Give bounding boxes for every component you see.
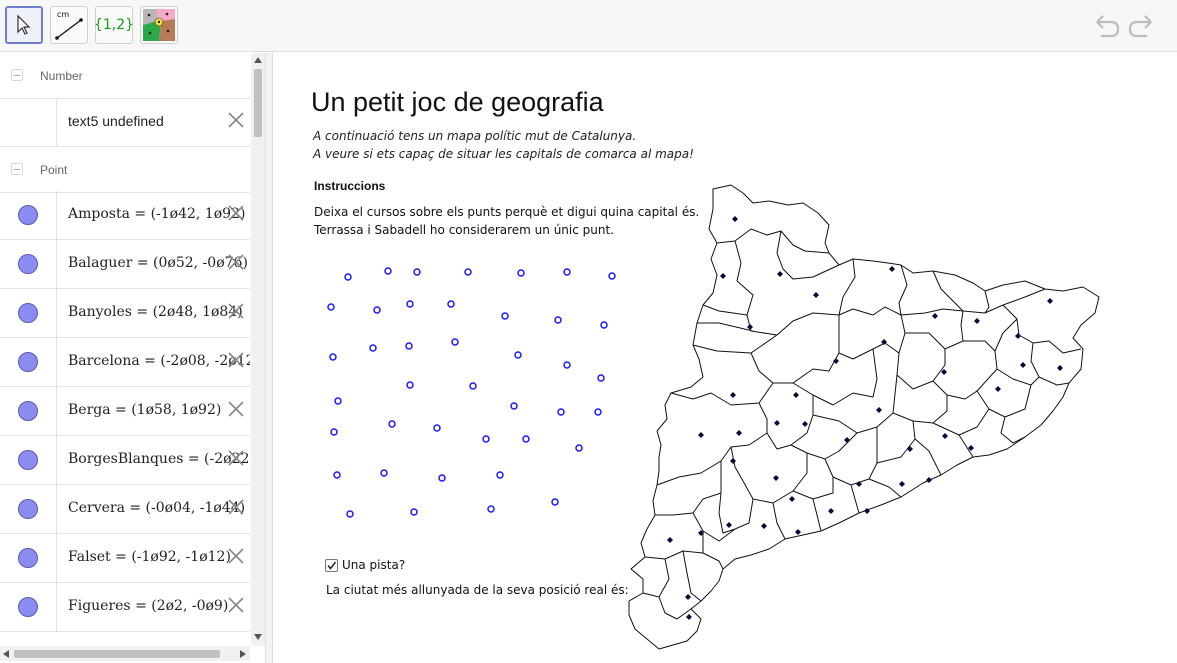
- checkbox[interactable]: [325, 558, 338, 572]
- algebra-expression: Banyoles = (2ø48, 1ø84): [68, 304, 243, 320]
- scrollbar-thumb[interactable]: [254, 69, 262, 137]
- hint-checkbox[interactable]: Una pista?: [325, 558, 405, 572]
- scroll-down-arrow-icon[interactable]: [254, 634, 262, 640]
- marble-cell: [0, 436, 57, 484]
- marble-cell: [0, 583, 57, 631]
- marble-cell: [0, 485, 57, 533]
- hint-label: Una pista?: [342, 558, 406, 572]
- delete-icon[interactable]: [226, 497, 246, 517]
- algebra-row[interactable]: Falset = (-1ø92, -1ø12): [0, 534, 250, 583]
- delete-icon[interactable]: [226, 350, 246, 370]
- visibility-marble-icon[interactable]: [18, 597, 38, 617]
- visibility-marble-icon[interactable]: [18, 450, 38, 470]
- scrollbar-thumb[interactable]: [14, 650, 220, 658]
- algebra-row[interactable]: Balaguer = (0ø52, -0ø76): [0, 240, 250, 289]
- redo-button[interactable]: [1127, 12, 1157, 42]
- scroll-left-arrow-icon[interactable]: [3, 650, 9, 658]
- list-braces-icon: {1,2}: [93, 17, 135, 33]
- marble-cell: [0, 240, 57, 288]
- algebra-horizontal-scrollbar[interactable]: [0, 646, 250, 661]
- algebra-expression: Berga = (1ø58, 1ø92): [68, 402, 222, 418]
- toolbar: cm {1,2}: [0, 0, 1177, 52]
- delete-icon[interactable]: [226, 203, 246, 223]
- graphics-view[interactable]: Un petit joc de geografia A continuació …: [273, 53, 1177, 663]
- move-tool-button[interactable]: [5, 6, 43, 44]
- algebra-row[interactable]: Cervera = (-0ø04, -1ø44): [0, 485, 250, 534]
- marble-cell: [0, 338, 57, 386]
- voronoi-icon: [143, 9, 175, 41]
- svg-text:cm: cm: [57, 10, 69, 19]
- algebra-expression: Cervera = (-0ø04, -1ø44): [68, 500, 246, 516]
- group-title: Point: [40, 163, 68, 177]
- collapse-icon[interactable]: [11, 163, 23, 175]
- marble-cell: [0, 534, 57, 582]
- delete-icon[interactable]: [226, 546, 246, 566]
- marble-cell: [0, 191, 57, 239]
- algebra-expression: Falset = (-1ø92, -1ø12): [68, 549, 231, 565]
- group-title: Number: [40, 69, 83, 83]
- visibility-marble-icon[interactable]: [18, 254, 38, 274]
- algebra-expression: Balaguer = (0ø52, -0ø76): [68, 255, 248, 271]
- ruler-segment-icon: cm: [55, 10, 83, 40]
- visibility-marble-icon[interactable]: [18, 303, 38, 323]
- catalonia-map: [628, 184, 1100, 650]
- algebra-view: Number text5 undefined Point Amposta = (…: [0, 53, 250, 646]
- visibility-marble-icon[interactable]: [18, 499, 38, 519]
- list-tool-button[interactable]: {1,2}: [93, 6, 135, 44]
- delete-icon[interactable]: [226, 448, 246, 468]
- redo-icon: [1128, 15, 1152, 38]
- collapse-icon[interactable]: [11, 69, 23, 81]
- algebra-row[interactable]: Banyoles = (2ø48, 1ø84): [0, 289, 250, 338]
- algebra-expression: text5 undefined: [68, 113, 164, 129]
- delete-icon[interactable]: [226, 399, 246, 419]
- voronoi-tool-button[interactable]: [140, 6, 178, 44]
- delete-icon[interactable]: [226, 595, 246, 615]
- marble-cell: [0, 289, 57, 337]
- group-header-point[interactable]: Point: [0, 147, 250, 193]
- scroll-right-arrow-icon[interactable]: [240, 650, 246, 658]
- algebra-expression: BorgesBlanques = (-2ø22, 1ø1: [68, 451, 250, 467]
- undo-icon: [1096, 15, 1120, 38]
- group-header-number[interactable]: Number: [0, 53, 250, 99]
- visibility-marble-icon[interactable]: [18, 352, 38, 372]
- segment-length-tool-button[interactable]: cm: [50, 6, 88, 44]
- delete-icon[interactable]: [226, 110, 246, 130]
- visibility-marble-icon[interactable]: [18, 548, 38, 568]
- marble-cell: [0, 98, 57, 146]
- algebra-expression: Amposta = (-1ø42, 1ø92): [68, 206, 246, 222]
- undo-button[interactable]: [1091, 12, 1121, 42]
- algebra-row[interactable]: text5 undefined: [0, 98, 250, 147]
- delete-icon[interactable]: [226, 301, 246, 321]
- algebra-row[interactable]: Amposta = (-1ø42, 1ø92): [0, 191, 250, 240]
- algebra-expression: Figueres = (2ø2, -0ø9): [68, 598, 229, 614]
- view-divider[interactable]: [265, 53, 273, 663]
- visibility-marble-icon[interactable]: [18, 401, 38, 421]
- algebra-expression: Barcelona = (-2ø08, -2ø12): [68, 353, 250, 369]
- algebra-row[interactable]: BorgesBlanques = (-2ø22, 1ø1: [0, 436, 250, 485]
- region-outline: [628, 184, 1100, 650]
- checkmark-icon: [327, 561, 337, 570]
- cursor-arrow-icon: [17, 14, 31, 35]
- farthest-city-text: La ciutat més allunyada de la seva posic…: [326, 583, 629, 597]
- algebra-row[interactable]: Barcelona = (-2ø08, -2ø12): [0, 338, 250, 387]
- marble-cell: [0, 387, 57, 435]
- visibility-marble-icon[interactable]: [18, 205, 38, 225]
- algebra-vertical-scrollbar[interactable]: [251, 53, 265, 646]
- scroll-up-arrow-icon[interactable]: [254, 57, 262, 63]
- delete-icon[interactable]: [226, 252, 246, 272]
- algebra-row[interactable]: Figueres = (2ø2, -0ø9): [0, 583, 250, 632]
- algebra-row[interactable]: Berga = (1ø58, 1ø92): [0, 387, 250, 436]
